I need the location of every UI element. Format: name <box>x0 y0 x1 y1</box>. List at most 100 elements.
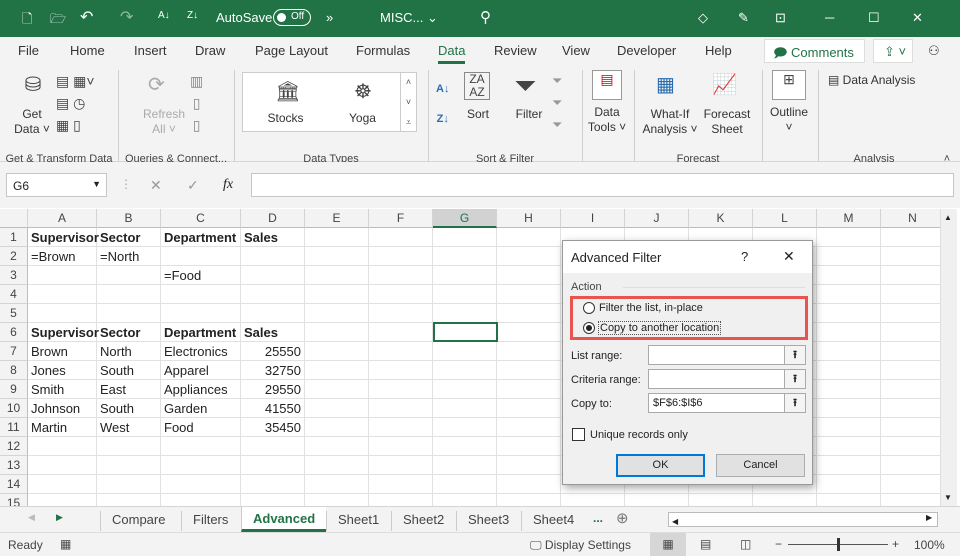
open-icon[interactable]: 🗁 <box>50 10 66 32</box>
stocks-button[interactable]: Stocks <box>258 111 313 126</box>
cell-E9[interactable] <box>305 380 369 399</box>
copy-to-location-label[interactable]: Copy to another location <box>598 321 722 335</box>
tab-developer[interactable]: Developer <box>617 43 676 58</box>
cell-H9[interactable] <box>497 380 561 399</box>
cell-G3[interactable] <box>433 266 497 285</box>
cell-M8[interactable] <box>817 361 881 380</box>
sheet-tab-sheet3[interactable]: Sheet3 <box>456 511 520 531</box>
cell-D4[interactable] <box>241 285 305 304</box>
tab-data[interactable]: Data <box>438 43 466 64</box>
cell-H5[interactable] <box>497 304 561 323</box>
cell-M5[interactable] <box>817 304 881 323</box>
tab-file[interactable]: File <box>18 43 39 58</box>
cell-M12[interactable] <box>817 437 881 456</box>
row-header[interactable]: 9 <box>0 380 28 399</box>
cell-A11[interactable]: Martin <box>28 418 97 437</box>
collapse-dialog-icon[interactable]: ⭱ <box>784 394 805 412</box>
cell-M6[interactable] <box>817 323 881 342</box>
row-header[interactable]: 2 <box>0 247 28 266</box>
criteria-range-input[interactable]: ⭱ <box>648 369 806 389</box>
cell-E14[interactable] <box>305 475 369 494</box>
scroll-right-icon[interactable]: ▶ <box>926 513 932 522</box>
insert-function-button[interactable]: fx <box>223 177 233 193</box>
cell-I15[interactable] <box>561 494 625 506</box>
cell-F4[interactable] <box>369 285 433 304</box>
cell-C3[interactable]: =Food <box>161 266 241 285</box>
cell-D9[interactable]: 29550 <box>241 380 305 399</box>
cell-M9[interactable] <box>817 380 881 399</box>
ribbon-display-icon[interactable]: ⊡ <box>775 10 786 26</box>
cell-A3[interactable] <box>28 266 97 285</box>
cell-D5[interactable] <box>241 304 305 323</box>
cell-N4[interactable] <box>881 285 940 304</box>
cell-H2[interactable] <box>497 247 561 266</box>
cell-B15[interactable] <box>97 494 161 506</box>
column-header[interactable]: H <box>497 209 561 228</box>
column-header[interactable]: A <box>28 209 97 228</box>
cell-N6[interactable] <box>881 323 940 342</box>
cell-L15[interactable] <box>753 494 817 506</box>
cell-N12[interactable] <box>881 437 940 456</box>
cell-F13[interactable] <box>369 456 433 475</box>
cell-C6[interactable]: Department <box>161 323 241 342</box>
cell-N9[interactable] <box>881 380 940 399</box>
cell-D10[interactable]: 41550 <box>241 399 305 418</box>
connections-icons[interactable]: ▥ ▯ ▯ <box>190 70 203 136</box>
list-range-input[interactable]: ⭱ <box>648 345 806 365</box>
column-header[interactable]: M <box>817 209 881 228</box>
cell-G9[interactable] <box>433 380 497 399</box>
comments-button[interactable]: 🗩 Comments <box>764 39 865 63</box>
get-data-button[interactable]: Get Data ˅ <box>10 107 54 137</box>
filter-options-icons[interactable]: ⏷ ⏷ ⏷ <box>552 70 562 136</box>
unique-records-label[interactable]: Unique records only <box>590 429 688 441</box>
cell-E13[interactable] <box>305 456 369 475</box>
cell-A7[interactable]: Brown <box>28 342 97 361</box>
cell-E7[interactable] <box>305 342 369 361</box>
cell-H15[interactable] <box>497 494 561 506</box>
cell-G13[interactable] <box>433 456 497 475</box>
cell-G4[interactable] <box>433 285 497 304</box>
close-icon[interactable]: ✕ <box>783 248 795 265</box>
accessibility-icon[interactable]: ▦ <box>60 537 71 551</box>
cell-N2[interactable] <box>881 247 940 266</box>
chevron-down-icon[interactable]: ▼ <box>92 179 101 189</box>
cell-B12[interactable] <box>97 437 161 456</box>
cell-G2[interactable] <box>433 247 497 266</box>
cell-N3[interactable] <box>881 266 940 285</box>
tab-draw[interactable]: Draw <box>195 43 225 58</box>
cell-F2[interactable] <box>369 247 433 266</box>
cell-A14[interactable] <box>28 475 97 494</box>
search-icon[interactable]: ⚲ <box>480 8 491 26</box>
help-button[interactable]: ? <box>741 249 748 264</box>
cell-A8[interactable]: Jones <box>28 361 97 380</box>
premium-icon[interactable]: ◇ <box>698 10 708 26</box>
filter-button[interactable]: Filter <box>510 107 548 122</box>
refresh-all-button[interactable]: Refresh All ˅ <box>140 107 188 137</box>
column-header[interactable]: K <box>689 209 753 228</box>
cell-A6[interactable]: Supervisor <box>28 323 99 342</box>
cell-B13[interactable] <box>97 456 161 475</box>
cell-G14[interactable] <box>433 475 497 494</box>
cell-N10[interactable] <box>881 399 940 418</box>
cell-H4[interactable] <box>497 285 561 304</box>
cell-G7[interactable] <box>433 342 497 361</box>
cell-E10[interactable] <box>305 399 369 418</box>
page-break-view-icon[interactable]: ◫ <box>740 537 751 551</box>
cell-A2[interactable]: =Brown <box>28 247 97 266</box>
cell-E5[interactable] <box>305 304 369 323</box>
cell-B11[interactable]: West <box>97 418 161 437</box>
sheet-tab-compare[interactable]: Compare <box>100 511 176 531</box>
cell-G5[interactable] <box>433 304 497 323</box>
cell-B6[interactable]: Sector <box>97 323 161 342</box>
display-settings-button[interactable]: 🖵 Display Settings <box>530 538 631 553</box>
zoom-in-icon[interactable]: + <box>892 537 899 551</box>
close-window-icon[interactable]: ✕ <box>912 10 923 26</box>
page-layout-view-icon[interactable]: ▤ <box>700 537 711 551</box>
more-commands[interactable]: » <box>326 10 333 25</box>
query-icons[interactable]: ▤ ▦˅ ▤ ◷ ▦ ▯ <box>56 70 106 136</box>
cell-H14[interactable] <box>497 475 561 494</box>
cell-M13[interactable] <box>817 456 881 475</box>
cell-C14[interactable] <box>161 475 241 494</box>
cell-B14[interactable] <box>97 475 161 494</box>
cell-N7[interactable] <box>881 342 940 361</box>
